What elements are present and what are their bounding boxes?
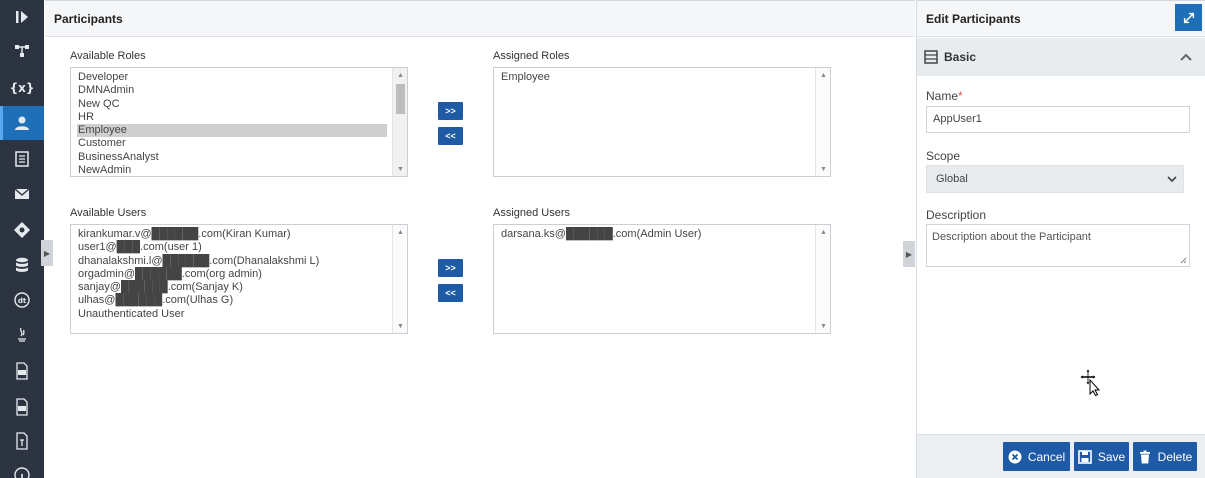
move-cursor-icon xyxy=(1079,368,1101,396)
page-title: Participants xyxy=(54,12,123,26)
left-collapse-handle[interactable]: ▶ xyxy=(41,240,53,266)
scroll-up-icon[interactable]: ▲ xyxy=(816,68,830,82)
list-item[interactable]: Customer xyxy=(77,137,387,150)
list-item[interactable]: darsana.ks@██████.com(Admin User) xyxy=(500,228,810,241)
chevron-down-icon xyxy=(1167,176,1177,183)
section-title: Basic xyxy=(944,50,977,64)
scroll-up-icon[interactable]: ▲ xyxy=(393,225,407,239)
name-label: Name* xyxy=(926,89,963,103)
basic-section-header[interactable]: Basic xyxy=(917,38,1205,76)
scroll-up-icon[interactable]: ▲ xyxy=(816,225,830,239)
form-icon xyxy=(924,50,938,64)
scrollbar[interactable]: ▲ ▼ xyxy=(815,68,830,176)
scope-select[interactable]: Global xyxy=(926,165,1184,193)
list-item[interactable]: Unauthenticated User xyxy=(77,308,387,321)
java-icon[interactable] xyxy=(0,318,44,352)
list-item[interactable]: BusinessAnalyst xyxy=(77,151,387,164)
scope-label: Scope xyxy=(926,149,961,163)
gateway-icon[interactable] xyxy=(0,213,44,247)
right-collapse-handle[interactable]: ▶ xyxy=(903,241,915,267)
list-item[interactable]: dhanalakshmi.l@██████.com(Dhanalakshmi L… xyxy=(77,255,387,268)
process-icon[interactable] xyxy=(0,34,44,68)
description-label: Description xyxy=(926,208,987,222)
list-item[interactable]: user1@███.com(user 1) xyxy=(77,241,387,254)
assigned-users-label: Assigned Users xyxy=(493,207,571,219)
cancel-icon xyxy=(1008,450,1022,463)
js-file-icon[interactable] xyxy=(0,354,44,388)
scrollbar[interactable]: ▲ ▼ xyxy=(392,68,407,176)
document-icon[interactable] xyxy=(0,142,44,176)
remove-role-button[interactable]: << xyxy=(438,127,463,145)
resize-grip-icon[interactable] xyxy=(1180,257,1187,264)
scroll-down-icon[interactable]: ▼ xyxy=(816,319,830,333)
name-field[interactable]: AppUser1 xyxy=(926,106,1190,133)
edit-panel-header: Edit Participants xyxy=(917,1,1205,37)
database-icon[interactable] xyxy=(0,248,44,282)
list-item[interactable]: NewAdmin xyxy=(77,164,387,176)
variables-icon-text: {x} xyxy=(9,81,35,95)
play-icon[interactable] xyxy=(0,0,44,34)
participants-icon[interactable] xyxy=(0,106,44,140)
edit-participants-panel: Edit Participants Basic Name* AppUser1 S… xyxy=(916,0,1205,478)
save-label: Save xyxy=(1097,449,1126,464)
scroll-up-icon[interactable]: ▲ xyxy=(393,68,407,82)
delete-label: Delete xyxy=(1157,449,1193,464)
panel-header: Participants xyxy=(45,1,915,37)
available-roles-list[interactable]: Developer DMNAdmin New QC HR Employee Cu… xyxy=(70,67,408,177)
list-item[interactable]: ulhas@██████.com(Ulhas G) xyxy=(77,294,387,307)
mail-icon[interactable] xyxy=(0,177,44,211)
list-item[interactable]: kirankumar.v@██████.com(Kiran Kumar) xyxy=(77,228,387,241)
name-label-text: Name xyxy=(926,89,959,103)
scrollbar[interactable]: ▲ ▼ xyxy=(392,225,407,333)
assigned-roles-list[interactable]: Employee ▲ ▼ xyxy=(493,67,831,177)
description-field[interactable]: Description about the Participant xyxy=(926,224,1190,267)
list-item[interactable]: DMNAdmin xyxy=(77,84,387,97)
list-item[interactable]: orgadmin@██████.com(org admin) xyxy=(77,268,387,281)
css-file-icon[interactable] xyxy=(0,390,44,424)
cancel-button[interactable]: Cancel xyxy=(1003,442,1070,471)
cancel-label: Cancel xyxy=(1027,449,1066,464)
scroll-down-icon[interactable]: ▼ xyxy=(393,319,407,333)
scrollbar-thumb[interactable] xyxy=(396,84,405,114)
expand-button[interactable] xyxy=(1175,4,1202,31)
remove-user-button[interactable]: << xyxy=(438,284,463,302)
add-user-button[interactable]: >> xyxy=(438,259,463,277)
add-role-button[interactable]: >> xyxy=(438,102,463,120)
list-item[interactable]: New QC xyxy=(77,98,387,111)
variables-icon[interactable]: {x} xyxy=(0,71,44,105)
list-item-selected[interactable]: Employee xyxy=(77,124,387,138)
scrollbar[interactable]: ▲ ▼ xyxy=(815,225,830,333)
edit-panel-footer: Cancel Save Delete xyxy=(917,434,1205,478)
scroll-down-icon[interactable]: ▼ xyxy=(393,162,407,176)
info-icon[interactable] xyxy=(0,458,44,478)
svg-text:dt: dt xyxy=(18,297,27,305)
available-users-list[interactable]: kirankumar.v@██████.com(Kiran Kumar) use… xyxy=(70,224,408,334)
available-users-label: Available Users xyxy=(70,207,147,219)
text-file-icon[interactable] xyxy=(0,424,44,458)
list-item[interactable]: Developer xyxy=(77,71,387,84)
available-roles-label: Available Roles xyxy=(70,50,146,62)
edit-panel-title: Edit Participants xyxy=(926,12,1021,26)
save-button[interactable]: Save xyxy=(1074,442,1129,471)
list-item[interactable]: HR xyxy=(77,111,387,124)
delete-button[interactable]: Delete xyxy=(1133,442,1197,471)
list-item[interactable]: Employee xyxy=(500,71,810,84)
list-item[interactable]: sanjay@██████.com(Sanjay K) xyxy=(77,281,387,294)
dt-icon[interactable]: dt xyxy=(0,283,44,317)
description-text: Description about the Participant xyxy=(932,231,1091,243)
trash-icon xyxy=(1139,450,1150,463)
assigned-users-list[interactable]: darsana.ks@██████.com(Admin User) ▲ ▼ xyxy=(493,224,831,334)
chevron-up-icon[interactable] xyxy=(1180,51,1192,63)
required-marker: * xyxy=(958,89,963,103)
save-icon xyxy=(1078,449,1092,464)
scroll-down-icon[interactable]: ▼ xyxy=(816,162,830,176)
app-window: {x} dt Participants Available Roles Deve… xyxy=(0,0,1205,478)
expand-icon xyxy=(1183,12,1194,23)
sidebar: {x} dt xyxy=(0,0,44,478)
participants-panel: Participants Available Roles Developer D… xyxy=(41,0,915,478)
assigned-roles-label: Assigned Roles xyxy=(493,50,570,62)
scope-value: Global xyxy=(936,173,968,185)
